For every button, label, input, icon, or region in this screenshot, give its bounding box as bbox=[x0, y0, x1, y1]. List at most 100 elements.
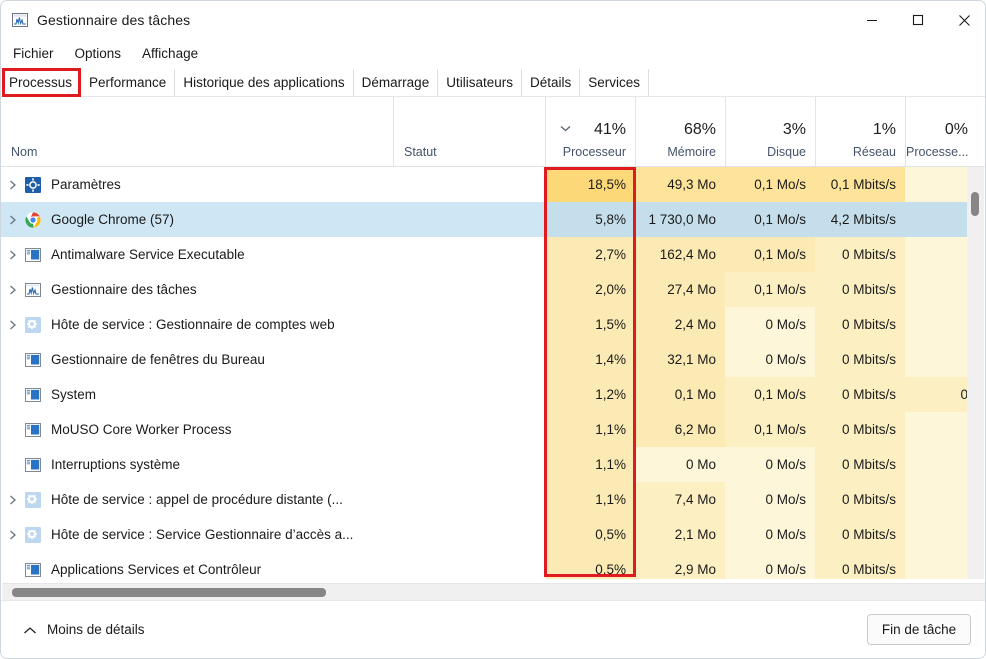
cell-disk: 0 Mo/s bbox=[725, 482, 815, 517]
sort-descending-icon bbox=[560, 119, 571, 132]
table-row[interactable]: Hôte de service : Service Gestionnaire d… bbox=[1, 517, 977, 552]
chevron-up-icon bbox=[21, 624, 39, 636]
generic-process-icon bbox=[25, 387, 41, 403]
process-rows: Paramètres 18,5% 49,3 Mo 0,1 Mo/s 0,1 Mbits/… bbox=[1, 167, 977, 579]
column-header-status[interactable]: Statut bbox=[393, 97, 545, 167]
horizontal-scrollbar-thumb[interactable] bbox=[11, 588, 327, 597]
generic-process-icon bbox=[25, 457, 41, 473]
tab-historique-des-applications[interactable]: Historique des applications bbox=[175, 69, 354, 96]
expand-chevron-icon[interactable] bbox=[1, 249, 25, 261]
less-details-button[interactable]: Moins de détails bbox=[17, 617, 153, 642]
expand-chevron-icon[interactable] bbox=[1, 284, 25, 296]
table-row[interactable]: Gestionnaire des tâches 2,0% 27,4 Mo 0,1 Mo… bbox=[1, 272, 977, 307]
cell-name: Google Chrome (57) bbox=[1, 202, 393, 237]
cell-status bbox=[393, 202, 545, 237]
cell-network: 0,1 Mbits/s bbox=[815, 167, 905, 202]
minimize-button[interactable] bbox=[849, 1, 895, 39]
table-row[interactable]: MoUSO Core Worker Process 1,1% 6,2 Mo 0,1 M… bbox=[1, 412, 977, 447]
table-row[interactable]: Antimalware Service Executable 2,7% 162,4 … bbox=[1, 237, 977, 272]
value-cpu: 1,1% bbox=[595, 492, 626, 507]
column-header-percent-gpu: 0% bbox=[944, 121, 968, 138]
cell-cpu: 5,8% bbox=[545, 202, 635, 237]
value-memory: 2,9 Mo bbox=[674, 562, 716, 577]
value-network: 0 Mbits/s bbox=[841, 457, 896, 472]
tab-d-marrage[interactable]: Démarrage bbox=[353, 69, 439, 96]
tab-label: Processus bbox=[9, 75, 73, 90]
value-memory: 0,1 Mo bbox=[674, 387, 716, 402]
column-header-disk[interactable]: 3% Disque bbox=[725, 97, 815, 167]
column-header-gpu[interactable]: 0% Processe... bbox=[905, 97, 977, 167]
tab-performance[interactable]: Performance bbox=[81, 69, 176, 96]
window-title: Gestionnaire des tâches bbox=[37, 12, 191, 28]
cell-memory: 0,1 Mo bbox=[635, 377, 725, 412]
column-header-percent-disk: 3% bbox=[782, 121, 806, 138]
expand-chevron-icon[interactable] bbox=[1, 214, 25, 226]
maximize-icon bbox=[912, 14, 924, 26]
cell-name: Hôte de service : appel de procédure dis… bbox=[1, 482, 393, 517]
maximize-button[interactable] bbox=[895, 1, 941, 39]
table-row[interactable]: Hôte de service : appel de procédure dis… bbox=[1, 482, 977, 517]
process-table: Paramètres 18,5% 49,3 Mo 0,1 Mo/s 0,1 Mbits/… bbox=[1, 167, 985, 579]
cell-name: Gestionnaire des tâches bbox=[1, 272, 393, 307]
menu-bar: Fichier Options Affichage bbox=[1, 39, 985, 67]
column-header-cpu[interactable]: 41% Processeur bbox=[545, 97, 635, 167]
menu-item-fichier[interactable]: Fichier bbox=[4, 43, 63, 64]
value-cpu: 18,5% bbox=[587, 177, 626, 192]
horizontal-scrollbar[interactable] bbox=[2, 583, 985, 600]
table-row[interactable]: Gestionnaire de fenêtres du Bureau 1,4% 32… bbox=[1, 342, 977, 377]
column-header-name[interactable]: Nom bbox=[1, 97, 393, 167]
task-manager-icon bbox=[25, 282, 41, 298]
menu-item-options[interactable]: Options bbox=[66, 43, 131, 64]
process-name-label: MoUSO Core Worker Process bbox=[51, 422, 232, 437]
tab-d-tails[interactable]: Détails bbox=[521, 69, 581, 96]
process-name-label: Hôte de service : appel de procédure dis… bbox=[51, 492, 343, 507]
value-network: 0 Mbits/s bbox=[841, 562, 896, 577]
cell-network: 0 Mbits/s bbox=[815, 272, 905, 307]
value-cpu: 1,1% bbox=[595, 457, 626, 472]
service-host-icon bbox=[25, 316, 41, 333]
value-memory: 1 730,0 Mo bbox=[648, 212, 716, 227]
tab-utilisateurs[interactable]: Utilisateurs bbox=[438, 69, 522, 96]
cell-disk: 0,1 Mo/s bbox=[725, 202, 815, 237]
value-network: 4,2 Mbits/s bbox=[830, 212, 896, 227]
cell-status bbox=[393, 447, 545, 482]
end-task-button[interactable]: Fin de tâche bbox=[867, 614, 971, 645]
value-disk: 0 Mo/s bbox=[765, 492, 806, 507]
value-network: 0 Mbits/s bbox=[841, 387, 896, 402]
generic-process-icon bbox=[25, 352, 41, 368]
cell-cpu: 2,7% bbox=[545, 237, 635, 272]
column-header-network[interactable]: 1% Réseau bbox=[815, 97, 905, 167]
close-button[interactable] bbox=[941, 1, 985, 39]
table-row[interactable]: Interruptions système 1,1% 0 Mo 0 Mo/s 0 Mbi… bbox=[1, 447, 977, 482]
table-row[interactable]: Applications Services et Contrôleur 0,5% 2… bbox=[1, 552, 977, 579]
cell-status bbox=[393, 552, 545, 579]
tab-processus[interactable]: Processus bbox=[1, 69, 82, 96]
value-cpu: 0,5% bbox=[595, 527, 626, 542]
menu-item-affichage[interactable]: Affichage bbox=[133, 43, 207, 64]
cell-name: Antimalware Service Executable bbox=[1, 237, 393, 272]
tab-label: Utilisateurs bbox=[446, 75, 513, 90]
expand-chevron-icon[interactable] bbox=[1, 494, 25, 506]
expand-chevron-icon[interactable] bbox=[1, 319, 25, 331]
chrome-icon bbox=[25, 211, 41, 228]
expand-chevron-icon[interactable] bbox=[1, 179, 25, 191]
title-bar[interactable]: Gestionnaire des tâches bbox=[1, 1, 985, 39]
column-header-memory[interactable]: 68% Mémoire bbox=[635, 97, 725, 167]
table-row[interactable]: Google Chrome (57) 5,8% 1 730,0 Mo 0,1 Mo/s… bbox=[1, 202, 977, 237]
value-memory: 2,4 Mo bbox=[674, 317, 716, 332]
table-row[interactable]: Hôte de service : Gestionnaire de compte… bbox=[1, 307, 977, 342]
column-header-label-network: Réseau bbox=[852, 145, 896, 159]
table-row[interactable]: Paramètres 18,5% 49,3 Mo 0,1 Mo/s 0,1 Mbits/… bbox=[1, 167, 977, 202]
cell-cpu: 1,1% bbox=[545, 412, 635, 447]
process-name-label: Hôte de service : Gestionnaire de compte… bbox=[51, 317, 335, 332]
generic-process-icon bbox=[25, 422, 41, 438]
vertical-scrollbar[interactable] bbox=[967, 167, 984, 579]
expand-chevron-icon[interactable] bbox=[1, 529, 25, 541]
table-row[interactable]: System 1,2% 0,1 Mo 0,1 Mo/s 0 Mbits/s 0 bbox=[1, 377, 977, 412]
vertical-scrollbar-thumb[interactable] bbox=[971, 191, 979, 217]
value-network: 0 Mbits/s bbox=[841, 422, 896, 437]
tab-services[interactable]: Services bbox=[580, 69, 650, 96]
value-disk: 0 Mo/s bbox=[765, 457, 806, 472]
column-header-percent-memory: 68% bbox=[683, 121, 716, 138]
column-header-label-cpu: Processeur bbox=[562, 145, 626, 159]
